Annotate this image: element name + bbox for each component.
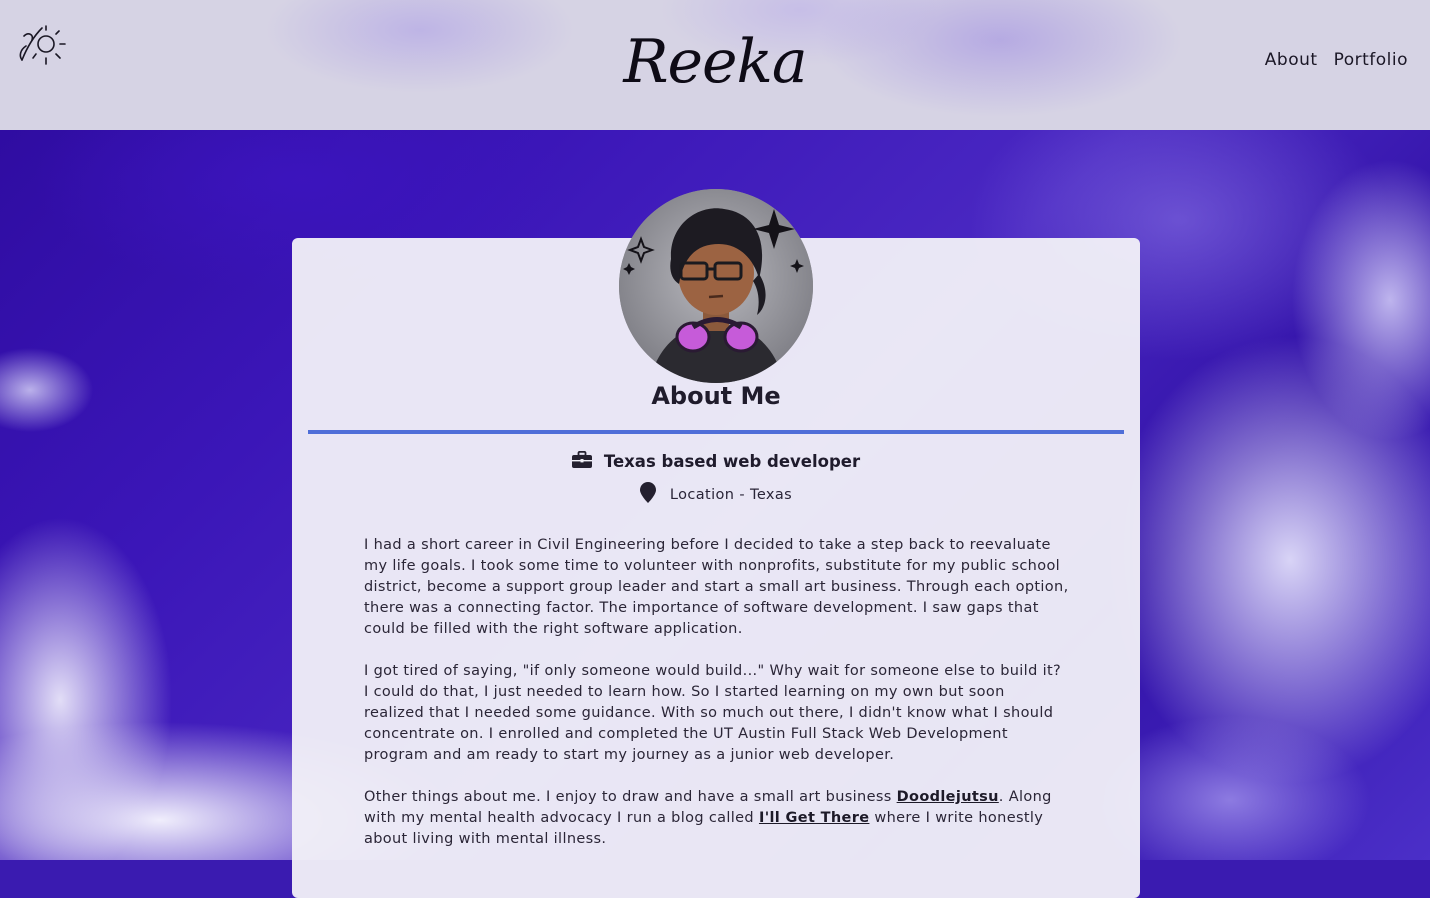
role-text: Texas based web developer — [603, 452, 861, 471]
nav-link-portfolio[interactable]: Portfolio — [1334, 50, 1408, 70]
main-nav: About Portfolio — [1265, 50, 1408, 70]
page-title: About Me — [651, 382, 781, 410]
bio-text: Other things about me. I enjoy to draw a… — [364, 789, 897, 805]
map-pin-icon — [639, 482, 656, 507]
avatar — [619, 189, 813, 383]
ill-get-there-link[interactable]: I'll Get There — [759, 810, 869, 826]
location-line: Location - Texas — [292, 482, 1140, 507]
bio-paragraph-3: Other things about me. I enjoy to draw a… — [364, 787, 1069, 850]
bio-paragraph-1: I had a short career in Civil Engineerin… — [364, 537, 1069, 637]
nav-link-about[interactable]: About — [1265, 50, 1318, 70]
bio-paragraph-2: I got tired of saying, "if only someone … — [364, 663, 1062, 763]
doodlejutsu-link[interactable]: Doodlejutsu — [897, 789, 999, 805]
site-brand-title[interactable]: Reeka — [0, 22, 1430, 102]
role-line: Texas based web developer — [292, 450, 1140, 472]
title-divider — [308, 430, 1124, 434]
location-text: Location - Texas — [669, 486, 793, 503]
site-header: Reeka About Portfolio — [0, 0, 1430, 130]
bio-section: I had a short career in Civil Engineerin… — [364, 535, 1069, 871]
briefcase-icon — [571, 450, 592, 472]
avatar-illustration — [619, 189, 813, 383]
